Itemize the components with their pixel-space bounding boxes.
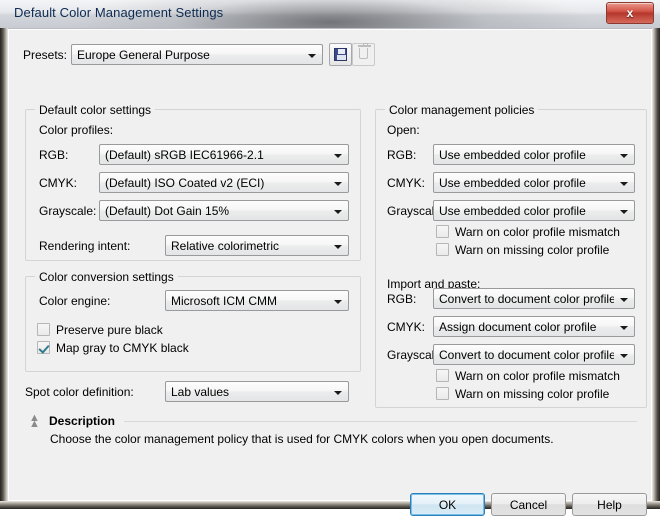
spot-color-definition-value: Lab values xyxy=(171,385,230,399)
preserve-pure-black-checkbox[interactable] xyxy=(37,323,50,336)
rgb-profile-dropdown[interactable]: (Default) sRGB IEC61966-2.1 xyxy=(99,144,349,165)
import-grayscale-dropdown[interactable]: Convert to document color profile xyxy=(433,344,635,365)
rgb-profile-value: (Default) sRGB IEC61966-2.1 xyxy=(105,148,264,162)
chevron-down-icon xyxy=(308,54,316,58)
chevron-down-icon xyxy=(620,326,628,330)
chevron-double-up-icon[interactable]: ▲ ▲ xyxy=(29,413,41,430)
group-color-management-policies-legend: Color management policies xyxy=(385,103,539,117)
close-icon: x xyxy=(626,6,634,20)
import-rgb-value: Convert to document color profile xyxy=(439,292,614,306)
chevron-down-icon xyxy=(620,298,628,302)
cmyk-profile-dropdown[interactable]: (Default) ISO Coated v2 (ECI) xyxy=(99,172,349,193)
floppy-disk-icon xyxy=(334,48,347,61)
open-rgb-value: Use embedded color profile xyxy=(439,148,586,162)
help-button[interactable]: Help xyxy=(572,493,647,516)
group-default-color-settings-legend: Default color settings xyxy=(35,103,156,117)
delete-preset-button xyxy=(352,43,375,66)
presets-label: Presets: xyxy=(23,48,68,62)
open-warn-mismatch-checkbox[interactable] xyxy=(436,225,449,238)
import-warn-mismatch-checkbox[interactable] xyxy=(436,369,449,382)
color-profiles-label: Color profiles: xyxy=(39,123,114,137)
import-cmyk-label: CMYK: xyxy=(387,320,426,334)
color-engine-label: Color engine: xyxy=(39,294,111,308)
window-frame-right xyxy=(652,28,660,509)
import-cmyk-value: Assign document color profile xyxy=(439,320,597,334)
import-grayscale-value: Convert to document color profile xyxy=(439,348,614,362)
spot-color-definition-dropdown[interactable]: Lab values xyxy=(165,381,349,402)
cmyk-profile-label: CMYK: xyxy=(39,176,78,190)
map-gray-to-cmyk-black-label[interactable]: Map gray to CMYK black xyxy=(56,341,189,355)
description-body: Choose the color management policy that … xyxy=(50,432,554,446)
import-rgb-dropdown[interactable]: Convert to document color profile xyxy=(433,288,635,309)
rgb-profile-label: RGB: xyxy=(39,148,69,162)
open-rgb-label: RGB: xyxy=(387,148,417,162)
window-title: Default Color Management Settings xyxy=(14,5,224,20)
dialog-client-area: Presets: Europe General Purpose Default … xyxy=(8,29,652,516)
open-heading: Open: xyxy=(387,123,420,137)
rendering-intent-dropdown[interactable]: Relative colorimetric xyxy=(165,235,349,256)
cmyk-profile-value: (Default) ISO Coated v2 (ECI) xyxy=(105,176,265,190)
import-rgb-label: RGB: xyxy=(387,292,417,306)
chevron-down-icon xyxy=(334,300,342,304)
window-frame-left xyxy=(0,28,8,509)
chevron-down-icon xyxy=(620,354,628,358)
chevron-down-icon xyxy=(334,391,342,395)
chevron-down-icon xyxy=(334,182,342,186)
map-gray-to-cmyk-black-checkbox[interactable] xyxy=(37,341,50,354)
open-warn-missing-checkbox[interactable] xyxy=(436,243,449,256)
chevron-down-icon xyxy=(620,182,628,186)
chevron-down-icon xyxy=(334,245,342,249)
rendering-intent-value: Relative colorimetric xyxy=(171,239,280,253)
rendering-intent-label: Rendering intent: xyxy=(39,239,131,253)
grayscale-profile-label: Grayscale: xyxy=(39,204,97,218)
ok-button[interactable]: OK xyxy=(410,493,485,516)
import-cmyk-dropdown[interactable]: Assign document color profile xyxy=(433,316,635,337)
chevron-down-icon xyxy=(620,154,628,158)
chevron-down-icon xyxy=(334,154,342,158)
grayscale-profile-dropdown[interactable]: (Default) Dot Gain 15% xyxy=(99,200,349,221)
chevron-down-icon xyxy=(334,210,342,214)
chevron-down-icon xyxy=(620,210,628,214)
open-grayscale-value: Use embedded color profile xyxy=(439,204,586,218)
description-divider xyxy=(124,421,637,422)
dialog-window: Default Color Management Settings x Pres… xyxy=(0,0,660,516)
cancel-button[interactable]: Cancel xyxy=(491,493,566,516)
close-button[interactable]: x xyxy=(606,2,654,24)
description-title: Description xyxy=(49,414,116,428)
preserve-pure-black-label[interactable]: Preserve pure black xyxy=(56,323,163,337)
open-cmyk-value: Use embedded color profile xyxy=(439,176,586,190)
spot-color-definition-label: Spot color definition: xyxy=(25,385,134,399)
presets-dropdown[interactable]: Europe General Purpose xyxy=(71,44,323,65)
color-engine-value: Microsoft ICM CMM xyxy=(171,294,277,308)
open-grayscale-dropdown[interactable]: Use embedded color profile xyxy=(433,200,635,221)
trash-icon xyxy=(358,43,371,59)
open-warn-missing-label[interactable]: Warn on missing color profile xyxy=(455,243,609,257)
save-preset-button[interactable] xyxy=(329,43,352,66)
grayscale-profile-value: (Default) Dot Gain 15% xyxy=(105,204,230,218)
group-color-conversion-settings-legend: Color conversion settings xyxy=(35,270,178,284)
import-warn-mismatch-label[interactable]: Warn on color profile mismatch xyxy=(455,369,620,383)
chevron-up-bottom: ▲ xyxy=(29,418,40,430)
open-cmyk-dropdown[interactable]: Use embedded color profile xyxy=(433,172,635,193)
import-warn-missing-label[interactable]: Warn on missing color profile xyxy=(455,387,609,401)
open-warn-mismatch-label[interactable]: Warn on color profile mismatch xyxy=(455,225,620,239)
open-cmyk-label: CMYK: xyxy=(387,176,426,190)
color-engine-dropdown[interactable]: Microsoft ICM CMM xyxy=(165,290,349,311)
import-warn-missing-checkbox[interactable] xyxy=(436,387,449,400)
presets-value: Europe General Purpose xyxy=(77,48,210,62)
title-bar: Default Color Management Settings x xyxy=(0,0,660,29)
open-rgb-dropdown[interactable]: Use embedded color profile xyxy=(433,144,635,165)
